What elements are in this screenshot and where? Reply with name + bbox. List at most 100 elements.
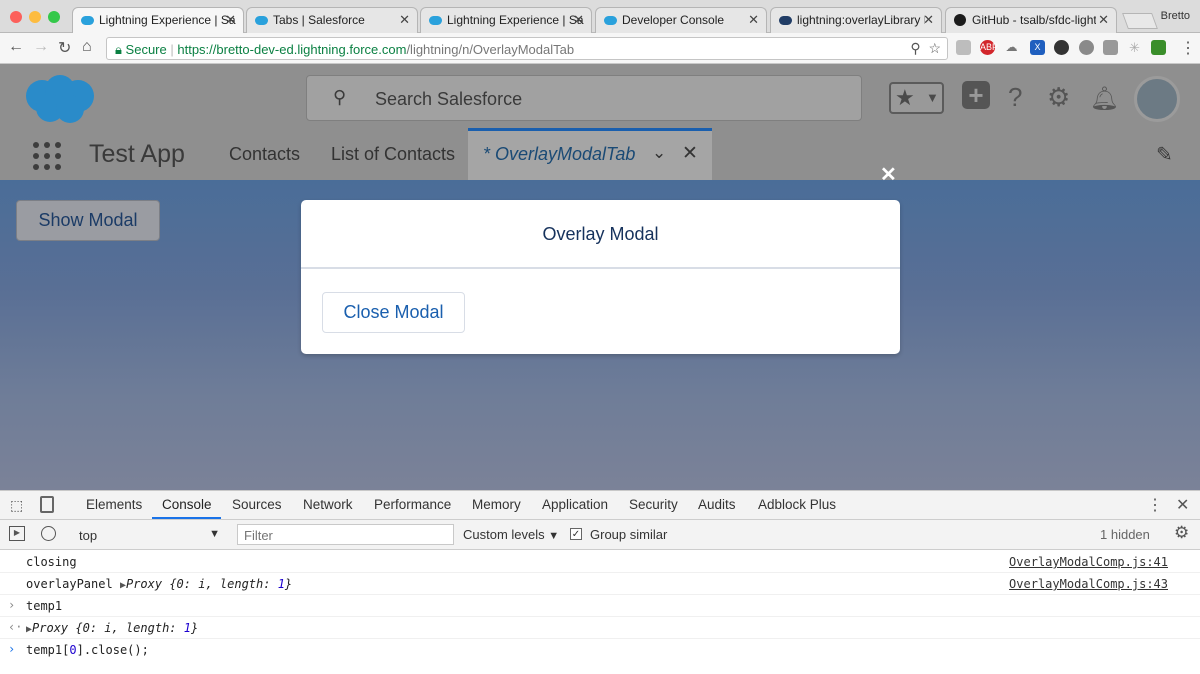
reload-icon[interactable]: ↻ <box>58 38 71 58</box>
global-actions-plus-icon[interactable]: + <box>962 81 990 109</box>
gear-icon[interactable]: ⚙ <box>1047 82 1070 113</box>
chevron-down-icon[interactable]: ⌄ <box>652 143 666 163</box>
window-minimize-button[interactable] <box>29 11 41 23</box>
console-toolbar: ▶ top ▼ Custom levels ▼ ✓ Group similar … <box>0 520 1200 550</box>
x-extension-icon[interactable]: X <box>1030 40 1045 55</box>
github-favicon-icon <box>954 14 966 26</box>
lock-icon: 🔒︎ <box>115 42 122 57</box>
group-similar-checkbox[interactable]: ✓ <box>570 528 582 540</box>
global-search-input[interactable]: ⚲ Search Salesforce <box>306 75 862 121</box>
console-input-line: › temp1 <box>0 595 1200 617</box>
bookmark-star-icon[interactable]: ☆ <box>928 40 941 56</box>
nav-item-list-of-contacts[interactable]: List of Contacts <box>331 144 455 165</box>
tab-performance[interactable]: Performance <box>374 497 451 512</box>
devtools-close-icon[interactable]: ✕ <box>1176 495 1189 515</box>
tab-close-icon[interactable]: ✕ <box>748 12 759 28</box>
adblock-icon[interactable]: ABP <box>980 40 998 55</box>
close-modal-button[interactable]: Close Modal <box>322 292 465 333</box>
browser-tab-4[interactable]: Developer Console ✕ <box>595 7 767 33</box>
android-extension-icon[interactable] <box>1151 40 1166 55</box>
show-modal-button[interactable]: Show Modal <box>16 200 160 241</box>
modal-close-icon[interactable]: ✕ <box>880 162 897 187</box>
inspect-element-icon[interactable]: ⬚ <box>10 497 23 514</box>
tab-close-icon[interactable]: ✕ <box>225 12 236 28</box>
tab-close-icon[interactable]: ✕ <box>1098 12 1109 28</box>
hidden-count: 1 hidden <box>1100 527 1150 542</box>
tab-elements[interactable]: Elements <box>86 497 142 512</box>
square-extension-icon[interactable] <box>1103 40 1118 55</box>
browser-tab-2[interactable]: Tabs | Salesforce ✕ <box>246 7 418 33</box>
tab-sources[interactable]: Sources <box>232 497 282 512</box>
new-tab-button[interactable] <box>1122 13 1158 29</box>
tab-close-icon[interactable]: ✕ <box>923 12 934 28</box>
log-levels-select[interactable]: Custom levels ▼ <box>463 527 559 542</box>
tab-memory[interactable]: Memory <box>472 497 521 512</box>
avatar[interactable] <box>1134 76 1180 122</box>
filter-input[interactable] <box>237 524 454 545</box>
console-settings-gear-icon[interactable]: ⚙ <box>1174 523 1189 543</box>
tab-network[interactable]: Network <box>303 497 353 512</box>
active-tab-indicator <box>152 517 221 519</box>
edit-pencil-icon[interactable]: ✎ <box>1156 142 1173 167</box>
browser-tab-3[interactable]: Lightning Experience | Sa ✕ <box>420 7 592 33</box>
close-icon[interactable]: ✕ <box>682 142 698 165</box>
window-maximize-button[interactable] <box>48 11 60 23</box>
profile-name[interactable]: Bretto <box>1161 10 1190 22</box>
salesforce-favicon-icon <box>81 16 94 25</box>
zoom-icon[interactable]: ⚲ <box>910 40 920 56</box>
chevron-down-icon: ▼ <box>926 90 939 105</box>
device-toolbar-icon[interactable] <box>40 496 54 513</box>
devtools-panel: ⬚ Elements Console Sources Network Perfo… <box>0 490 1200 674</box>
sidebar-toggle-icon[interactable]: ▶ <box>9 526 25 541</box>
circle-extension-icon[interactable] <box>1054 40 1069 55</box>
chrome-menu-icon[interactable]: ⋮ <box>1180 38 1196 58</box>
devtools-menu-icon[interactable]: ⋮ <box>1147 495 1163 515</box>
app-navigation: Test App Contacts List of Contacts * Ove… <box>0 128 1200 180</box>
tab-audits[interactable]: Audits <box>698 497 736 512</box>
modal-title: Overlay Modal <box>301 200 900 269</box>
prompt-caret-icon: › <box>8 642 16 656</box>
console-prompt-line[interactable]: › temp1[0].close(); <box>0 639 1200 661</box>
tab-close-icon[interactable]: ✕ <box>573 12 584 28</box>
group-similar-label: Group similar <box>590 527 668 542</box>
console-result-line: ‹· ▶Proxy {0: i, length: 1} <box>0 617 1200 639</box>
tab-close-icon[interactable]: ✕ <box>399 12 410 28</box>
input-prompt-icon: › <box>8 598 16 612</box>
cloud-extension-icon[interactable]: ☁ <box>1004 40 1019 55</box>
bell-icon[interactable]: 🔔︎ <box>1090 85 1119 112</box>
app-launcher-icon[interactable] <box>33 142 61 170</box>
url-path: /lightning/n/OverlayModalTab <box>406 42 575 57</box>
forward-arrow-icon[interactable]: → <box>33 38 49 56</box>
shield-extension-icon[interactable] <box>1079 40 1094 55</box>
tab-security[interactable]: Security <box>629 497 678 512</box>
nav-item-contacts[interactable]: Contacts <box>229 144 300 165</box>
overlay-modal: Overlay Modal Close Modal <box>301 200 900 354</box>
window-close-button[interactable] <box>10 11 22 23</box>
result-arrow-icon: ‹· <box>8 620 23 634</box>
back-arrow-icon[interactable]: ← <box>8 38 24 56</box>
tab-console[interactable]: Console <box>162 497 212 512</box>
clear-console-icon[interactable] <box>41 526 56 541</box>
salesforce-favicon-icon <box>429 16 442 25</box>
url-input[interactable]: 🔒︎ Secure | https://bretto-dev-ed.lightn… <box>106 37 948 60</box>
snowflake-extension-icon[interactable]: ✳ <box>1127 40 1142 55</box>
tab-overlay-modal[interactable]: * OverlayModalTab ⌄ ✕ <box>468 128 712 180</box>
devtools-tab-bar: ⬚ Elements Console Sources Network Perfo… <box>0 491 1200 520</box>
context-select[interactable]: top ▼ <box>72 525 226 545</box>
home-icon[interactable]: ⌂ <box>82 38 92 56</box>
salesforce-logo-icon[interactable] <box>20 72 98 126</box>
source-link[interactable]: OverlayModalComp.js:43 <box>1009 577 1168 591</box>
browser-tab-5[interactable]: lightning:overlayLibrary M ✕ <box>770 7 942 33</box>
source-link[interactable]: OverlayModalComp.js:41 <box>1009 555 1168 569</box>
browser-tab-1[interactable]: Lightning Experience | Sa ✕ <box>72 7 244 34</box>
help-icon[interactable]: ? <box>1008 82 1022 113</box>
favorites-button[interactable]: ★ ▼ <box>889 82 944 114</box>
dropdown-arrow-icon: ▼ <box>209 528 220 540</box>
salesforce-favicon-icon <box>255 16 268 25</box>
browser-tab-6[interactable]: GitHub - tsalb/sfdc-lightn ✕ <box>945 7 1117 33</box>
tab-adblock-plus[interactable]: Adblock Plus <box>758 497 836 512</box>
screen: { "browser": { "tabs": [ {"label": "Ligh… <box>0 0 1200 674</box>
extension-icon[interactable] <box>956 40 971 55</box>
console-log-line: overlayPanel ▶Proxy {0: i, length: 1} Ov… <box>0 573 1200 595</box>
tab-application[interactable]: Application <box>542 497 608 512</box>
